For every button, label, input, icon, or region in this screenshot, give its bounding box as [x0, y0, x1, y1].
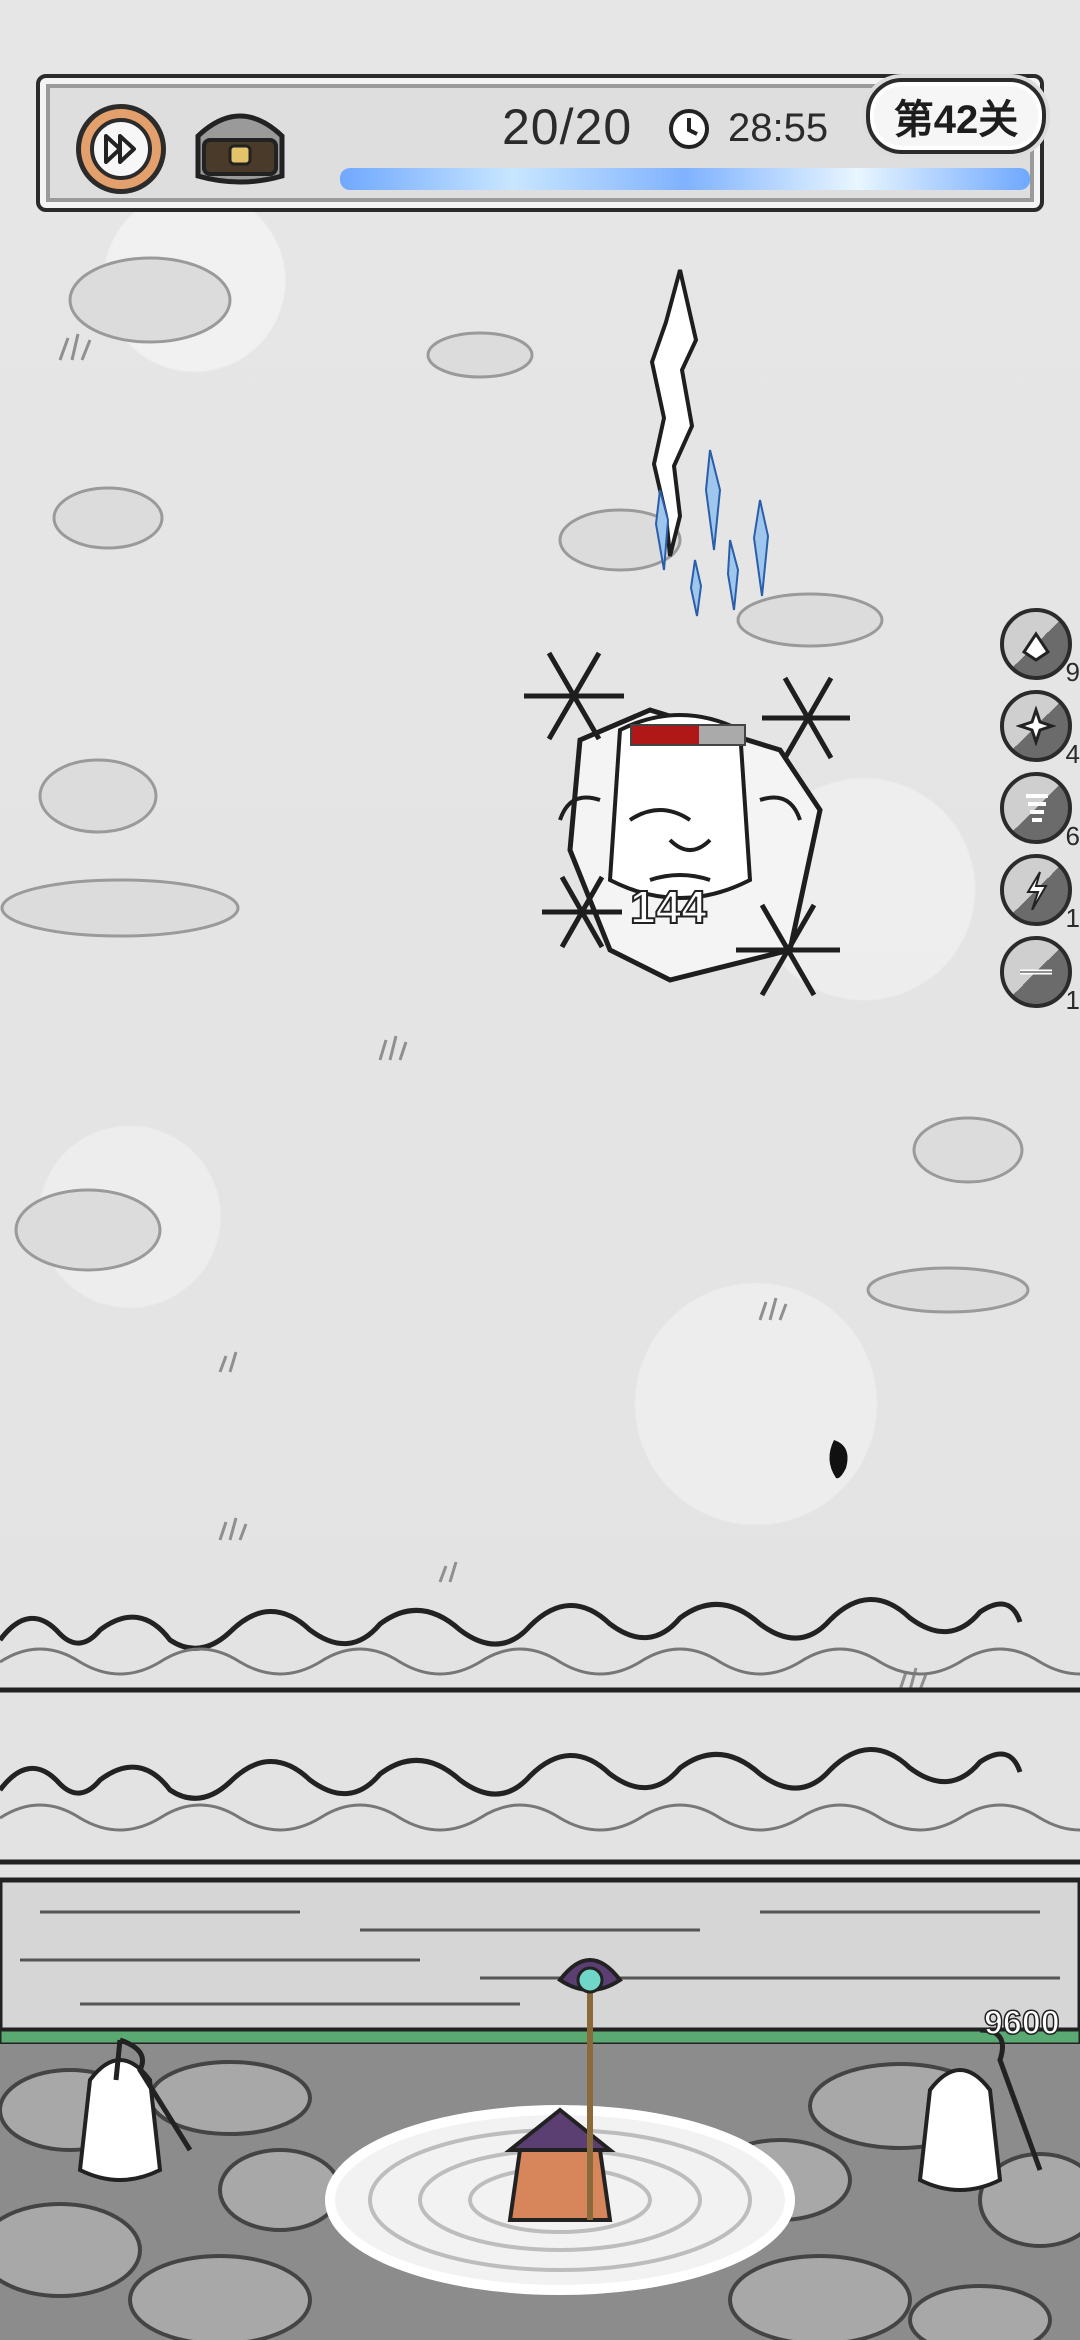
- left-ghost-ally: [77, 2037, 193, 2182]
- skill-column: 9 4 6 1 1: [1000, 608, 1080, 1018]
- clock-icon: [668, 108, 710, 150]
- whirlwind-icon: [1026, 794, 1048, 822]
- skill-count: 9: [1065, 657, 1080, 687]
- wave-progress-fill: [340, 168, 1030, 190]
- game-timer: 28:55: [728, 106, 829, 150]
- skill-slot-5[interactable]: 1: [1000, 936, 1080, 1015]
- frost-burst-icon: [1016, 706, 1056, 746]
- treasure-chest-icon: [195, 113, 285, 185]
- speed-up-button[interactable]: [76, 104, 166, 194]
- top-hud: 20/20 28:55 第42关: [36, 74, 1046, 212]
- game-stage: 144 20/20 28:55 第42关 9 4 6 1 1 9600: [0, 0, 1080, 2340]
- skill-slot-4[interactable]: 1: [1000, 854, 1080, 933]
- skill-slot-2[interactable]: 4: [1000, 690, 1080, 769]
- skill-count: 4: [1065, 739, 1080, 769]
- wall-hp-value: 9600: [983, 2003, 1060, 2043]
- wave-progress-bar: [340, 168, 1030, 190]
- skill-slot-3[interactable]: 6: [1000, 772, 1080, 851]
- wave-counter: 20/20: [502, 99, 633, 155]
- damage-number: 144: [629, 880, 708, 934]
- fast-forward-icon: [90, 118, 152, 180]
- blade-icon: [1020, 969, 1052, 975]
- boss-hp-bar: [630, 724, 746, 746]
- skill-count: 1: [1065, 985, 1080, 1015]
- skill-count: 1: [1065, 903, 1080, 933]
- wizard-hero[interactable]: [460, 1950, 660, 2230]
- right-ghost-ally: [917, 2027, 1043, 2192]
- level-badge: 第42关: [866, 78, 1046, 154]
- skill-count: 6: [1065, 821, 1080, 851]
- lightning-icon: [1026, 871, 1048, 910]
- skill-slot-1[interactable]: 9: [1000, 608, 1080, 687]
- treasure-chest-button[interactable]: [190, 106, 290, 188]
- boss-hp-fill: [632, 726, 700, 744]
- ice-crystal-icon: [1021, 631, 1051, 662]
